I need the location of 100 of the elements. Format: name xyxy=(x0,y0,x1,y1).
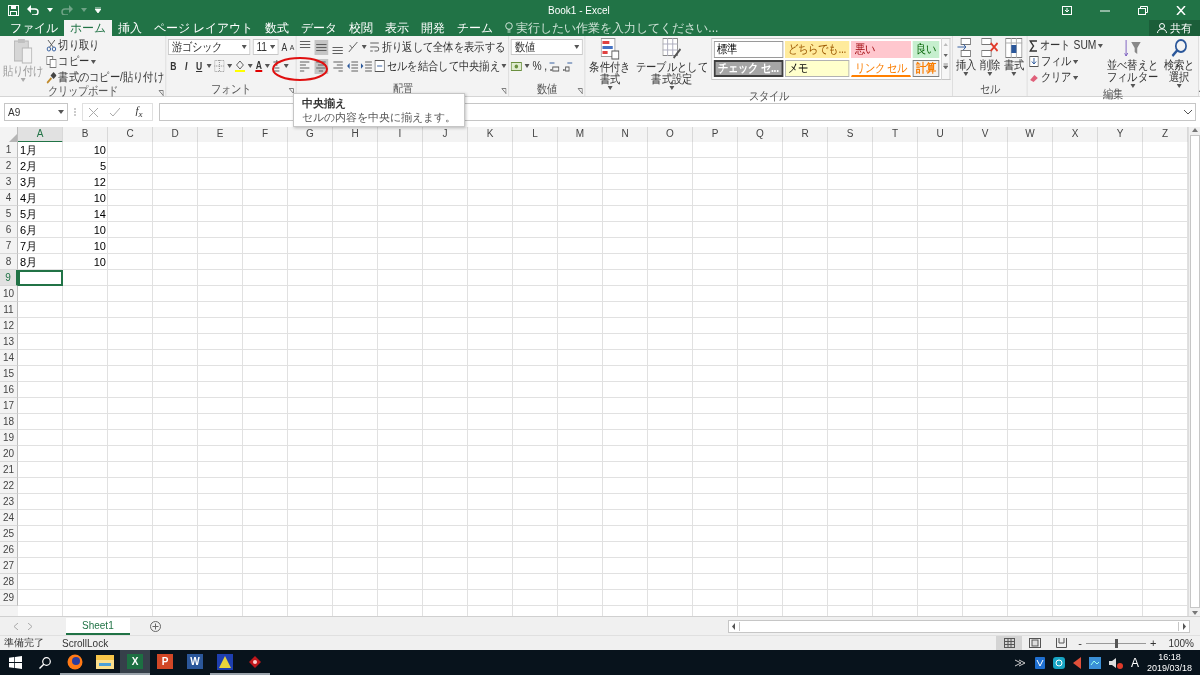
restore-icon[interactable] xyxy=(1138,5,1148,15)
row-header[interactable]: 24 xyxy=(0,510,18,526)
tray-app-icon[interactable] xyxy=(1052,656,1065,669)
row-header[interactable]: 26 xyxy=(0,542,18,558)
taskbar-app[interactable]: P xyxy=(150,650,180,675)
row-header[interactable]: 13 xyxy=(0,334,18,350)
sheet-tab[interactable]: Sheet1 xyxy=(66,617,130,635)
zoom-level-button[interactable]: 100% xyxy=(1160,637,1200,649)
italic-button[interactable]: I xyxy=(181,60,192,72)
row-header[interactable]: 27 xyxy=(0,558,18,574)
zoom-out-button[interactable]: - xyxy=(1074,637,1086,649)
cell-style-item[interactable]: 良い xyxy=(912,41,940,58)
row-header[interactable]: 2 xyxy=(0,158,18,174)
dialog-launcher-icon[interactable] xyxy=(501,88,507,94)
row-header[interactable]: 10 xyxy=(0,286,18,302)
merge-center-button[interactable]: セルを結合して中央揃え xyxy=(374,58,507,74)
share-button[interactable]: 共有 xyxy=(1149,20,1200,36)
currency-icon[interactable] xyxy=(511,60,523,72)
taskbar-app[interactable]: X xyxy=(120,650,150,675)
insert-function-button[interactable]: f$_{x}$ xyxy=(132,104,146,120)
orientation-icon[interactable] xyxy=(347,41,360,53)
format-painter-button[interactable]: 書式のコピー/貼り付け xyxy=(46,70,164,85)
grow-font-button[interactable]: A xyxy=(281,41,288,53)
ribbon-tab[interactable]: ファイル xyxy=(4,20,64,36)
speaker-muted-icon[interactable] xyxy=(1108,656,1123,669)
wrap-text-button[interactable]: 折り返して全体を表示する xyxy=(369,39,506,55)
increase-decimal-icon[interactable] xyxy=(549,60,560,72)
font-name-dropdown[interactable]: 游ゴシック xyxy=(168,39,251,55)
expand-icon[interactable] xyxy=(1184,109,1192,115)
find-select-button[interactable]: 検索と選択 xyxy=(1161,38,1197,88)
selected-cell[interactable] xyxy=(18,270,63,286)
ribbon-tab[interactable]: チーム xyxy=(451,20,500,36)
tray-app-icon[interactable] xyxy=(1088,656,1101,669)
increase-indent-icon[interactable] xyxy=(361,60,373,72)
row-header[interactable]: 22 xyxy=(0,478,18,494)
column-header[interactable]: A xyxy=(18,127,63,143)
cell-style-item[interactable]: メモ xyxy=(784,60,850,77)
fill-button[interactable]: フィル xyxy=(1029,54,1079,69)
clear-button[interactable]: クリア xyxy=(1029,70,1079,85)
format-as-table-button[interactable]: テーブルとして書式設定 xyxy=(633,38,710,90)
conditional-formatting-button[interactable]: 条件付き書式 xyxy=(587,38,633,90)
row-header[interactable]: 14 xyxy=(0,350,18,366)
comma-button[interactable]: , xyxy=(544,58,548,74)
sort-filter-button[interactable]: 並べ替えとフィルター xyxy=(1104,38,1161,88)
dialog-launcher-icon[interactable] xyxy=(158,90,164,96)
bold-button[interactable]: B xyxy=(168,60,179,72)
row-header[interactable]: 15 xyxy=(0,366,18,382)
tray-app-icon[interactable] xyxy=(1034,656,1045,669)
ribbon-tab[interactable]: データ xyxy=(295,20,344,36)
input-method-indicator[interactable]: A xyxy=(1130,655,1139,670)
horizontal-scrollbar[interactable] xyxy=(728,619,1190,633)
customize-icon[interactable] xyxy=(95,7,101,13)
row-header[interactable]: 18 xyxy=(0,414,18,430)
underline-button[interactable]: U xyxy=(194,60,205,72)
ribbon-tab[interactable]: 表示 xyxy=(379,20,416,36)
close-icon[interactable] xyxy=(1176,5,1186,15)
borders-icon[interactable] xyxy=(214,60,225,72)
fill-color-icon[interactable] xyxy=(235,60,246,72)
decrease-decimal-icon[interactable] xyxy=(562,60,573,72)
row-header[interactable]: 12 xyxy=(0,318,18,334)
row-header[interactable]: 3 xyxy=(0,174,18,190)
format-button[interactable]: 書式 xyxy=(1003,38,1026,76)
insert-button[interactable]: 挿入 xyxy=(955,38,978,76)
row-header[interactable]: 4 xyxy=(0,190,18,206)
taskbar-app[interactable]: W xyxy=(180,650,210,675)
add-sheet-icon[interactable] xyxy=(149,620,161,632)
save-icon[interactable] xyxy=(8,4,19,16)
row-header[interactable]: 5 xyxy=(0,206,18,222)
row-header[interactable]: 21 xyxy=(0,462,18,478)
font-size-dropdown[interactable]: 11 xyxy=(253,39,279,55)
decrease-indent-icon[interactable] xyxy=(347,60,359,72)
ribbon-tab[interactable]: 挿入 xyxy=(112,20,148,36)
row-header[interactable]: 8 xyxy=(0,254,18,270)
ribbon-tab[interactable]: 開発 xyxy=(415,20,452,36)
copy-button[interactable]: コピー xyxy=(46,54,96,69)
phonetic-guide-icon[interactable] xyxy=(272,60,281,72)
row-header[interactable]: 6 xyxy=(0,222,18,238)
number-format-dropdown[interactable]: 数値 xyxy=(511,39,584,55)
row-header[interactable]: 19 xyxy=(0,430,18,446)
row-header[interactable]: 28 xyxy=(0,574,18,590)
row-header[interactable]: 9 xyxy=(0,270,18,286)
tell-me-field[interactable]: 実行したい作業を入力してください... xyxy=(516,21,847,35)
cell-style-item[interactable]: 標準 xyxy=(714,41,784,58)
dialog-launcher-icon[interactable] xyxy=(289,88,295,94)
vertical-scrollbar[interactable] xyxy=(1188,127,1200,616)
chevron-icon[interactable] xyxy=(1014,658,1027,667)
cell-style-item[interactable]: 悪い xyxy=(851,41,911,58)
row-header[interactable]: 23 xyxy=(0,494,18,510)
ribbon-display-icon[interactable] xyxy=(1062,5,1072,15)
row-header[interactable]: 20 xyxy=(0,446,18,462)
clock[interactable]: 16:18 2019/03/18 xyxy=(1146,651,1192,674)
cell-style-item[interactable]: どちらでも... xyxy=(784,41,850,58)
ribbon-tab[interactable]: 数式 xyxy=(259,20,296,36)
row-header[interactable]: 29 xyxy=(0,590,18,606)
row-header[interactable]: 1 xyxy=(0,142,18,158)
normal-view-button[interactable] xyxy=(996,636,1023,650)
more-icon[interactable] xyxy=(942,61,950,72)
dialog-launcher-icon[interactable] xyxy=(577,88,584,94)
search-icon[interactable] xyxy=(39,656,51,669)
autosum-button[interactable]: オート SUM xyxy=(1029,38,1104,53)
